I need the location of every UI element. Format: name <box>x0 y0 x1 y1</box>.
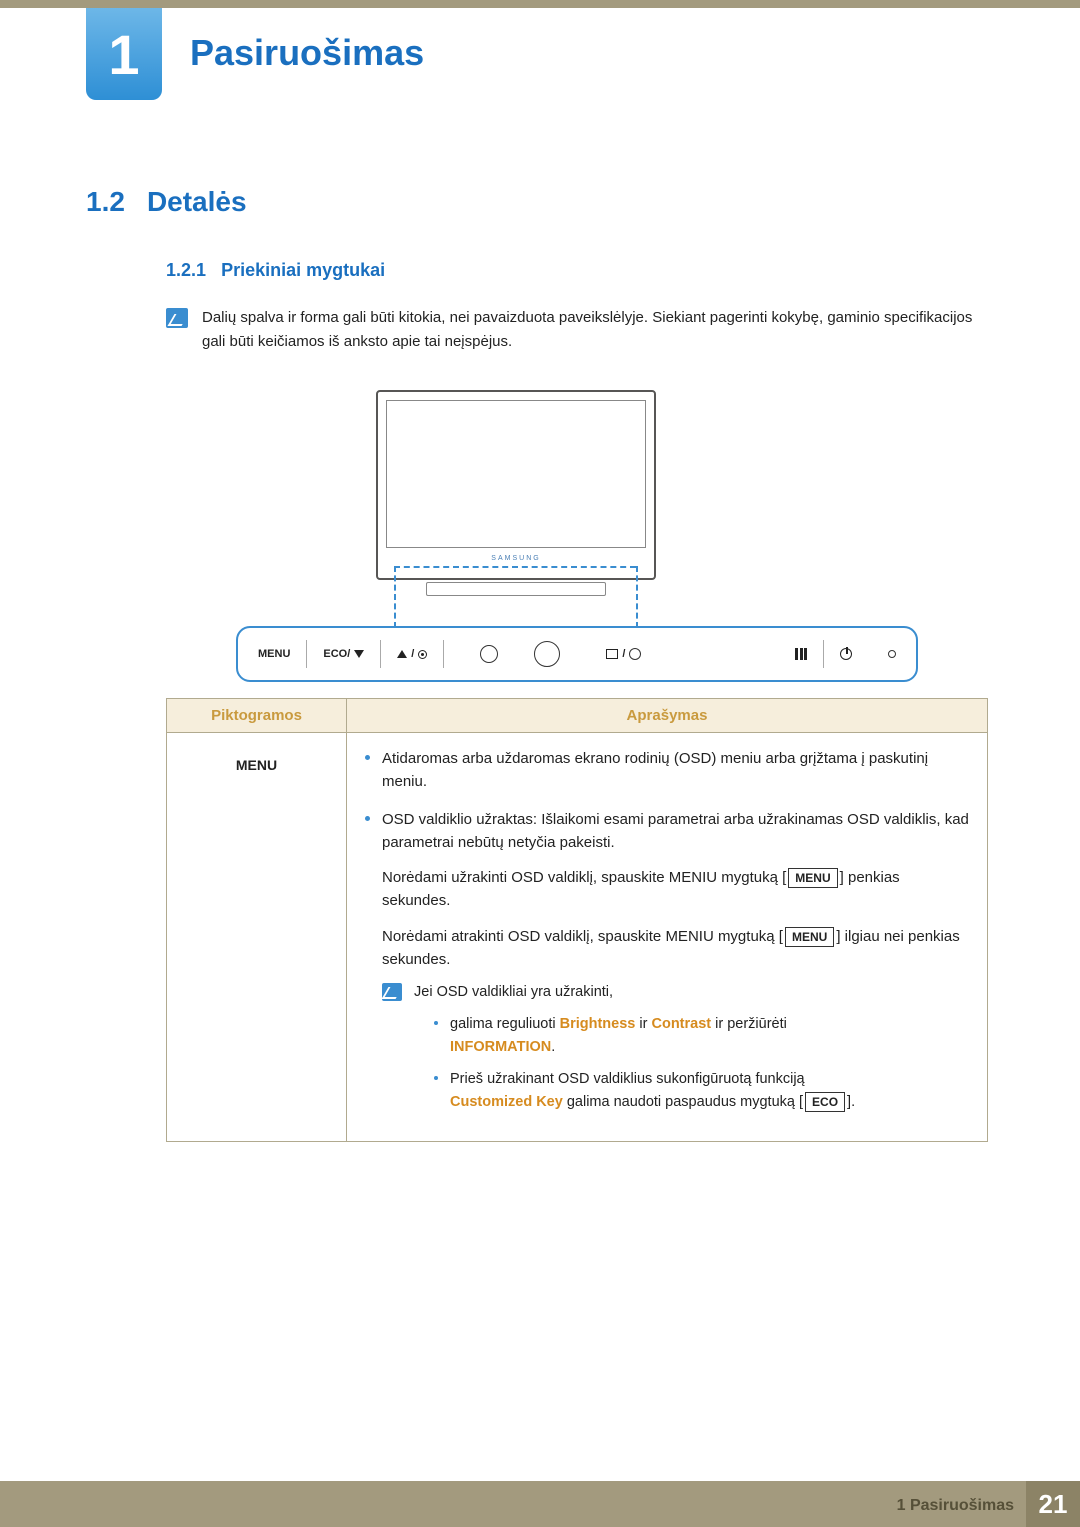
panel-separator <box>443 640 444 668</box>
footer-breadcrumb: 1 Pasiruošimas <box>897 1497 1014 1515</box>
big-circle-icon <box>534 641 560 667</box>
table-cell-icon-menu: MENU <box>167 733 347 1142</box>
sub-bullet-text: Prieš užrakinant OSD valdiklius sukonfig… <box>450 1068 855 1113</box>
bullet-dot-icon <box>365 816 370 821</box>
triangle-down-icon <box>354 650 364 658</box>
button-label-box: MENU <box>788 868 837 888</box>
highlight-text: Brightness <box>560 1016 636 1032</box>
note-icon <box>382 983 402 1001</box>
led-icon <box>888 650 896 658</box>
sub-note-content: Jei OSD valdikliai yra užrakinti, galima… <box>414 981 969 1113</box>
monitor-stand <box>426 582 606 596</box>
panel-bars-icon <box>795 648 807 660</box>
text-fragment: ir peržiūrėti <box>711 1016 787 1032</box>
panel-separator <box>306 640 307 668</box>
source-rect-icon <box>606 649 618 659</box>
circle-icon <box>480 645 498 663</box>
sub-note: Jei OSD valdikliai yra užrakinti, galima… <box>382 981 969 1113</box>
power-icon <box>840 648 852 660</box>
subsection-heading: 1.2.1 Priekiniai mygtukai <box>166 260 385 281</box>
sub-bullet-item: galima reguliuoti Brightness ir Contrast… <box>434 1013 969 1058</box>
note-icon <box>166 308 188 328</box>
highlight-text: Contrast <box>651 1016 711 1032</box>
panel-separator <box>823 640 824 668</box>
text-fragment: galima reguliuoti <box>450 1016 560 1032</box>
text-fragment: . <box>551 1039 555 1055</box>
page-number: 21 <box>1026 1481 1080 1527</box>
text-fragment: ]. <box>847 1094 855 1110</box>
subsection-number: 1.2.1 <box>166 260 206 280</box>
section-number: 1.2 <box>86 186 125 217</box>
monitor-diagram: SAMSUNG MENU ECO/ / / <box>166 390 988 688</box>
callout-dashed-line <box>394 566 636 568</box>
panel-separator <box>380 640 381 668</box>
sub-note-intro: Jei OSD valdikliai yra užrakinti, <box>414 981 969 1003</box>
section-title: Detalės <box>147 186 247 217</box>
target-icon <box>418 650 427 659</box>
top-border-bar <box>0 0 1080 8</box>
highlight-text: Customized Key <box>450 1094 563 1110</box>
monitor-screen <box>386 400 646 548</box>
eco-text: ECO/ <box>323 648 350 660</box>
panel-label-menu: MENU <box>258 648 290 660</box>
paragraph: Norėdami užrakinti OSD valdiklį, spauski… <box>382 866 969 913</box>
bullet-dot-icon <box>434 1021 438 1025</box>
table-header-icons: Piktogramos <box>167 699 347 733</box>
panel-up-icon-group: / <box>397 648 427 660</box>
button-label-box: ECO <box>805 1092 845 1112</box>
paragraph: Norėdami atrakinti OSD valdiklį, spauski… <box>382 925 969 972</box>
text-fragment: galima naudoti paspaudus mygtuką [ <box>563 1094 803 1110</box>
panel-source-icon-group: / <box>606 648 641 660</box>
front-buttons-panel: MENU ECO/ / / <box>236 626 918 682</box>
bullet-text: Atidaromas arba uždaromas ekrano rodinių… <box>382 747 969 794</box>
bullet-dot-icon <box>365 755 370 760</box>
note-block: Dalių spalva ir forma gali būti kitokia,… <box>166 306 988 354</box>
text-fragment: ir <box>635 1016 651 1032</box>
bullet-text-line: OSD valdiklio užraktas: Išlaikomi esami … <box>382 808 969 855</box>
highlight-text: INFORMATION <box>450 1039 551 1055</box>
sub-bullet-item: Prieš užrakinant OSD valdiklius sukonfig… <box>434 1068 969 1113</box>
button-label-box: MENU <box>785 927 834 947</box>
panel-power-icon <box>840 648 852 660</box>
panel-label-eco: ECO/ <box>323 648 364 660</box>
panel-circle-small <box>480 645 498 663</box>
monitor-frame: SAMSUNG <box>376 390 656 580</box>
text-fragment: Norėdami atrakinti OSD valdiklį, spauski… <box>382 928 783 945</box>
bullet-item: Atidaromas arba uždaromas ekrano rodinių… <box>365 747 969 794</box>
panel-circle-large <box>534 641 560 667</box>
enter-icon <box>629 648 641 660</box>
callout-dashed-line <box>394 566 396 628</box>
table-header-description: Aprašymas <box>347 699 988 733</box>
text-fragment: Prieš užrakinant OSD valdiklius sukonfig… <box>450 1071 805 1087</box>
subsection-title: Priekiniai mygtukai <box>221 260 385 280</box>
footer-bar: 1 Pasiruošimas 21 <box>0 1481 1080 1527</box>
text-fragment: Norėdami užrakinti OSD valdiklį, spauski… <box>382 869 786 886</box>
callout-dashed-line <box>636 566 638 628</box>
chapter-title: Pasiruošimas <box>190 32 424 74</box>
buttons-description-table: Piktogramos Aprašymas MENU Atidaromas ar… <box>166 698 988 1142</box>
bullet-dot-icon <box>434 1076 438 1080</box>
bullet-item: OSD valdiklio užraktas: Išlaikomi esami … <box>365 808 969 1114</box>
note-text: Dalių spalva ir forma gali būti kitokia,… <box>202 306 988 354</box>
panel-led-icon <box>888 650 896 658</box>
sub-bullet-text: galima reguliuoti Brightness ir Contrast… <box>450 1013 787 1058</box>
bullet-text: OSD valdiklio užraktas: Išlaikomi esami … <box>382 808 969 1114</box>
table-row: MENU Atidaromas arba uždaromas ekrano ro… <box>167 733 988 1142</box>
table-cell-description: Atidaromas arba uždaromas ekrano rodinių… <box>347 733 988 1142</box>
chapter-number-tab: 1 <box>86 8 162 100</box>
monitor-logo-text: SAMSUNG <box>491 555 540 562</box>
triangle-up-icon <box>397 650 407 658</box>
section-heading: 1.2 Detalės <box>86 186 247 218</box>
